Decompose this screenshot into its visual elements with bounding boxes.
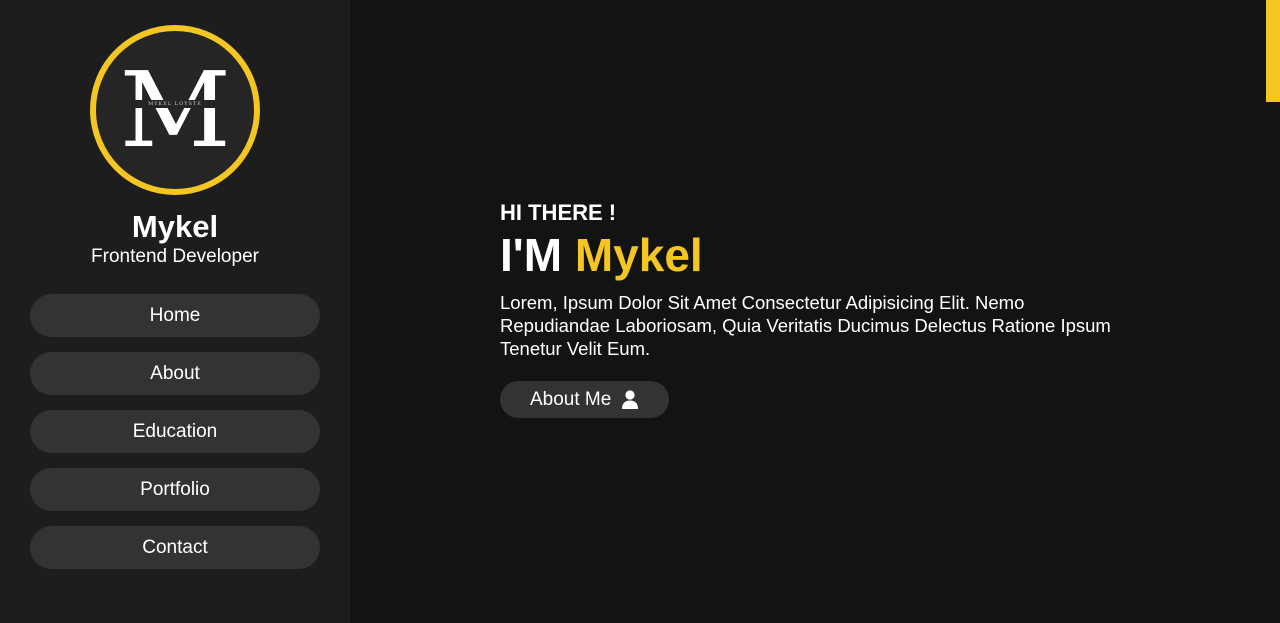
hero-section: HI THERE ! I'M Mykel Lorem, Ipsum Dolor … [500, 200, 1120, 418]
profile-role: Frontend Developer [91, 246, 259, 267]
headline-prefix: I'M [500, 229, 575, 281]
logo[interactable]: M MYKEL LOYSTE [90, 25, 260, 195]
logo-small-text: MYKEL LOYSTE [148, 101, 202, 107]
logo-letter: M [119, 49, 231, 171]
nav-item-contact[interactable]: Contact [30, 526, 320, 569]
user-icon [622, 390, 639, 409]
logo-monogram: M MYKEL LOYSTE [115, 50, 235, 170]
scroll-indicator[interactable] [1266, 0, 1280, 102]
about-me-label: About Me [530, 388, 612, 410]
nav-item-home[interactable]: Home [30, 294, 320, 337]
headline-name: Mykel [574, 229, 703, 281]
nav-item-portfolio[interactable]: Portfolio [30, 468, 320, 511]
hero-intro: Lorem, Ipsum Dolor Sit Amet Consectetur … [500, 292, 1111, 359]
hero-greeting: HI THERE ! [500, 200, 617, 225]
nav-item-about[interactable]: About [30, 352, 320, 395]
logo-band: MYKEL LOYSTE [127, 100, 223, 108]
hero-headline: I'M Mykel [500, 228, 1120, 282]
sidebar: M MYKEL LOYSTE Mykel Frontend Developer … [0, 0, 350, 623]
page: M MYKEL LOYSTE Mykel Frontend Developer … [0, 0, 1280, 623]
about-me-button[interactable]: About Me [500, 381, 670, 418]
sidebar-nav: Home About Education Portfolio Contact [30, 294, 320, 569]
nav-item-education[interactable]: Education [30, 410, 320, 453]
main-content: HI THERE ! I'M Mykel Lorem, Ipsum Dolor … [350, 0, 1280, 623]
profile-name: Mykel [131, 209, 219, 244]
